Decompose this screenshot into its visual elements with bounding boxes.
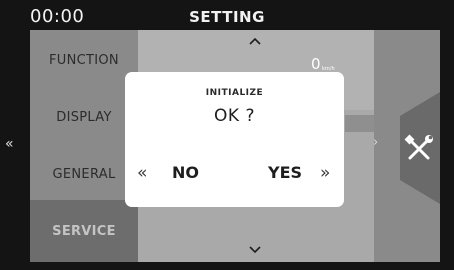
speed-value: 0 — [311, 55, 321, 73]
menu-item-service[interactable]: SERVICE — [30, 224, 138, 239]
no-arrow-icon[interactable]: « — [137, 163, 147, 183]
yes-arrow-icon[interactable]: » — [320, 163, 330, 183]
back-arrow-icon[interactable]: « — [5, 136, 14, 152]
tools-tab[interactable] — [400, 92, 440, 204]
menu-item-function[interactable]: FUNCTION — [30, 53, 138, 68]
menu-item-general[interactable]: GENERAL — [30, 167, 138, 182]
right-chevron-icon: › — [373, 135, 379, 150]
scroll-up-icon[interactable] — [248, 37, 262, 46]
scroll-down-icon[interactable] — [248, 245, 262, 254]
no-button[interactable]: NO — [172, 163, 199, 182]
menu-item-display[interactable]: DISPLAY — [30, 110, 138, 125]
yes-button[interactable]: YES — [268, 163, 302, 182]
dialog-question: OK ? — [214, 106, 255, 126]
device-screen: 00:00 SETTING « FUNCTION DISPLAY GENERAL… — [0, 0, 454, 270]
screen-title: SETTING — [189, 8, 265, 26]
content-band — [345, 115, 374, 132]
dialog-title: INITIALIZE — [205, 88, 264, 98]
